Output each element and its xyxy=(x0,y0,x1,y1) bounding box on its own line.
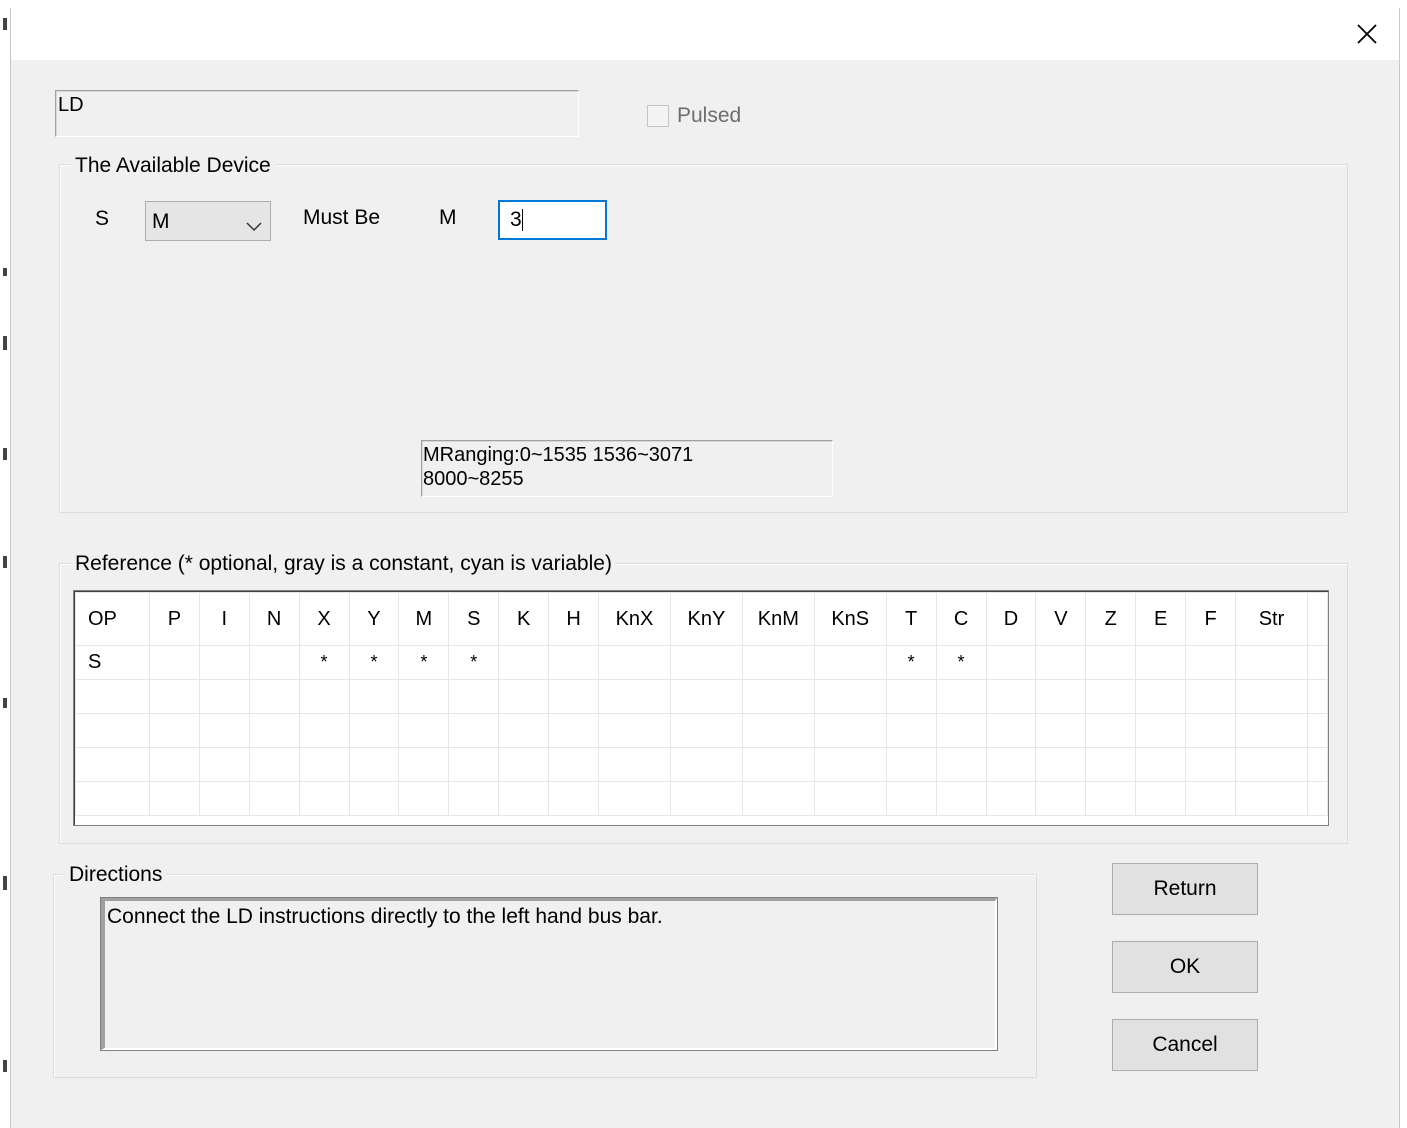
column-header: D xyxy=(985,592,1037,646)
directions-text-box[interactable]: Connect the LD instructions directly to … xyxy=(100,897,998,1051)
table-cell xyxy=(813,645,887,680)
table-cell xyxy=(669,645,743,680)
reference-grid: OP P I N X Y M S K H KnX KnY KnM KnS T C… xyxy=(73,590,1329,826)
table-row xyxy=(75,747,1329,782)
column-header: Y xyxy=(348,592,400,646)
table-cell: * xyxy=(935,645,987,680)
instruction-name-text: LD xyxy=(58,94,84,116)
instruction-name-field[interactable]: LD xyxy=(55,90,579,137)
column-header: P xyxy=(148,592,200,646)
edge-fragment xyxy=(3,1060,7,1072)
table-cell xyxy=(248,645,300,680)
table-row xyxy=(75,679,1329,714)
table-cell xyxy=(148,645,200,680)
column-header: KnY xyxy=(669,592,743,646)
cancel-button[interactable]: Cancel xyxy=(1112,1019,1258,1071)
reference-header-row: OP P I N X Y M S K H KnX KnY KnM KnS T C… xyxy=(75,592,1329,646)
column-header: OP xyxy=(75,592,150,646)
device-type-label: M xyxy=(439,206,457,229)
pulsed-checkbox[interactable] xyxy=(647,105,669,127)
column-header: V xyxy=(1035,592,1087,646)
table-cell xyxy=(1085,645,1137,680)
table-cell: * xyxy=(885,645,937,680)
table-row xyxy=(75,713,1329,748)
column-header: Str xyxy=(1235,592,1308,646)
column-header: K xyxy=(498,592,550,646)
table-cell xyxy=(598,645,671,680)
table-cell xyxy=(198,645,250,680)
column-header: N xyxy=(248,592,300,646)
table-row xyxy=(75,781,1329,816)
reference-table: OP P I N X Y M S K H KnX KnY KnM KnS T C… xyxy=(75,592,1329,816)
column-header: F xyxy=(1185,592,1237,646)
column-header: KnM xyxy=(741,592,815,646)
column-header: X xyxy=(298,592,350,646)
table-row: S * * * * * * xyxy=(75,645,1329,680)
table-cell xyxy=(741,645,815,680)
column-header: KnX xyxy=(598,592,671,646)
edge-fragment xyxy=(3,18,7,30)
table-cell xyxy=(548,645,600,680)
table-cell xyxy=(1185,645,1237,680)
directions-title: Directions xyxy=(65,863,167,887)
range-line-2: 8000~8255 xyxy=(423,468,524,490)
title-bar xyxy=(11,8,1399,60)
column-header: I xyxy=(198,592,250,646)
column-header: Z xyxy=(1085,592,1137,646)
column-header-filler xyxy=(1306,592,1329,646)
device-address-value: 3 xyxy=(510,208,522,231)
edge-fragment xyxy=(3,556,7,568)
pulsed-label: Pulsed xyxy=(677,104,742,127)
chevron-down-icon xyxy=(246,214,262,238)
column-header: T xyxy=(885,592,937,646)
table-cell: * xyxy=(448,645,500,680)
device-type-select-value: M xyxy=(152,210,170,233)
available-device-title: The Available Device xyxy=(71,154,275,178)
device-type-select[interactable]: M xyxy=(145,201,271,241)
background-window-edge xyxy=(0,0,10,1128)
table-cell xyxy=(498,645,550,680)
table-cell xyxy=(1135,645,1187,680)
instruction-dialog: LD Pulsed The Available Device S M Must … xyxy=(10,8,1400,1128)
edge-fragment xyxy=(3,336,7,350)
table-cell: * xyxy=(298,645,350,680)
must-be-label: Must Be xyxy=(303,206,381,229)
column-header: E xyxy=(1135,592,1187,646)
column-header: H xyxy=(548,592,600,646)
table-cell xyxy=(985,645,1037,680)
table-cell xyxy=(1306,645,1329,680)
column-header: KnS xyxy=(813,592,887,646)
text-caret xyxy=(522,209,523,231)
edge-fragment xyxy=(3,876,7,890)
table-cell xyxy=(1035,645,1087,680)
edge-fragment xyxy=(3,268,7,276)
return-button[interactable]: Return xyxy=(1112,863,1258,915)
operand-label: S xyxy=(95,207,110,230)
directions-text: Connect the LD instructions directly to … xyxy=(107,905,663,928)
table-cell xyxy=(1235,645,1308,680)
range-line-1: MRanging:0~1535 1536~3071 xyxy=(423,444,694,466)
column-header: M xyxy=(398,592,450,646)
table-cell: * xyxy=(348,645,400,680)
range-info-box: MRanging:0~1535 1536~3071 8000~8255 xyxy=(421,440,833,497)
close-icon xyxy=(1357,24,1377,44)
edge-fragment xyxy=(3,698,7,708)
close-button[interactable] xyxy=(1349,16,1385,52)
table-cell: * xyxy=(398,645,450,680)
ok-button[interactable]: OK xyxy=(1112,941,1258,993)
table-cell: S xyxy=(75,645,150,680)
column-header: C xyxy=(935,592,987,646)
device-address-input[interactable]: 3 xyxy=(498,200,607,240)
reference-title: Reference (* optional, gray is a constan… xyxy=(71,552,616,576)
edge-fragment xyxy=(3,448,7,460)
column-header: S xyxy=(448,592,500,646)
